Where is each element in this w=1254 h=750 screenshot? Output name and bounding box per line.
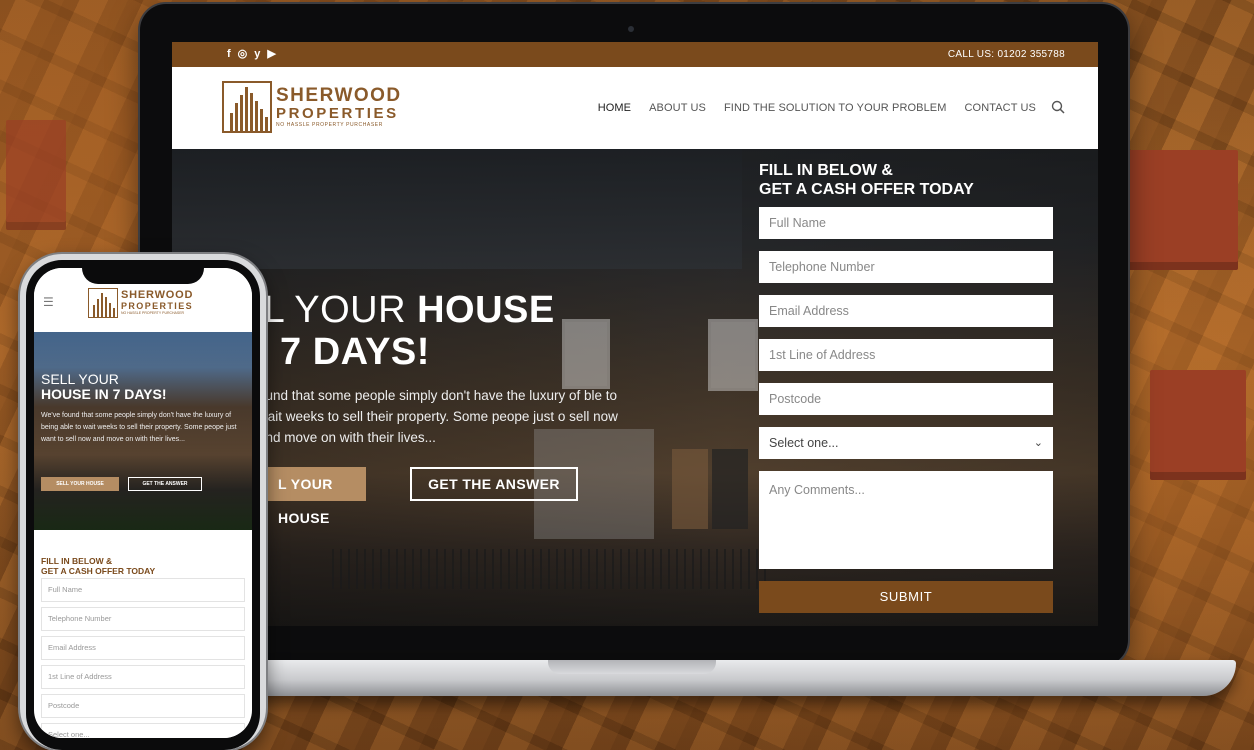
nav-find-solution[interactable]: FIND THE SOLUTION TO YOUR PROBLEM [724,102,947,114]
nav-about-us[interactable]: ABOUT US [649,102,706,114]
hamburger-menu-icon[interactable]: ☰ [43,295,54,309]
house-window [562,319,610,389]
house-window [708,319,758,391]
nav-home[interactable]: HOME [598,102,631,114]
logo-building-icon [222,81,272,133]
mobile-form-title: FILL IN BELOW & GET A CASH OFFER TODAY [41,556,156,576]
background-house [1150,370,1246,480]
mobile-get-the-answer-button[interactable]: GET THE ANSWER [128,477,202,491]
twitter-icon[interactable]: y [254,48,260,61]
facebook-icon[interactable]: f [227,48,231,61]
logo-name: SHERWOOD [121,289,194,301]
mobile-select-dropdown[interactable]: Select one... [41,723,245,738]
mobile-hero: SELL YOUR HOUSE IN 7 DAYS! We've found t… [34,332,252,530]
house-roof [172,149,742,269]
site-header: SHERWOOD PROPERTIES NO HASSLE PROPERTY P… [172,67,1098,149]
mobile-logo[interactable]: SHERWOOD PROPERTIES NO HASSLE PROPERTY P… [88,288,193,318]
chevron-down-icon: ⌄ [1033,437,1043,449]
email-field[interactable]: Email Address [759,295,1053,327]
postcode-field[interactable]: Postcode [759,383,1053,415]
house-door [672,449,708,529]
hero-title: LL YOUR HOUSE 7 DAYS! [242,289,555,373]
telephone-field[interactable]: Telephone Number [759,251,1053,283]
laptop-camera [628,26,634,32]
desktop-screen: f ◎ y ▶ CALL US: 01202 355788 SHERWOOD P… [172,42,1098,626]
instagram-icon[interactable]: ◎ [238,48,248,61]
select-dropdown[interactable]: Select one... ⌄ [759,427,1053,459]
hero-section: LL YOUR HOUSE 7 DAYS! ound that some peo… [172,149,1098,626]
background-house [1128,150,1238,270]
address-line1-field[interactable]: 1st Line of Address [759,339,1053,371]
mobile-postcode-field[interactable]: Postcode [41,694,245,718]
mobile-email-field[interactable]: Email Address [41,636,245,660]
house-door [712,449,748,529]
call-us-text[interactable]: CALL US: 01202 355788 [948,49,1065,60]
mobile-full-name-field[interactable]: Full Name [41,578,245,602]
front-fence [332,549,772,589]
logo-subname: PROPERTIES [121,301,194,311]
logo-name: SHERWOOD [276,85,402,106]
logo-tagline: NO HASSLE PROPERTY PURCHASER [121,311,185,315]
social-links: f ◎ y ▶ [227,48,276,61]
search-icon[interactable] [1051,100,1065,114]
mobile-address-line1-field[interactable]: 1st Line of Address [41,665,245,689]
laptop-opening-notch [548,660,716,674]
form-title: FILL IN BELOW & GET A CASH OFFER TODAY [759,162,974,198]
full-name-field[interactable]: Full Name [759,207,1053,239]
top-bar: f ◎ y ▶ CALL US: 01202 355788 [172,42,1098,67]
logo-subname: PROPERTIES [276,105,399,122]
submit-button[interactable]: SUBMIT [759,581,1053,613]
phone-notch [82,262,204,284]
hero-description: ound that some people simply don't have … [258,388,618,445]
logo-tagline: NO HASSLE PROPERTY PURCHASER [276,122,383,128]
get-the-answer-button[interactable]: GET THE ANSWER [410,467,578,501]
nav-contact-us[interactable]: CONTACT US [965,102,1037,114]
mobile-telephone-field[interactable]: Telephone Number [41,607,245,631]
main-nav: HOME ABOUT US FIND THE SOLUTION TO YOUR … [598,102,1036,114]
background-house [6,120,66,230]
mobile-hero-title: SELL YOUR HOUSE IN 7 DAYS! [41,371,167,402]
site-logo[interactable]: SHERWOOD PROPERTIES NO HASSLE PROPERTY P… [222,81,402,133]
youtube-icon[interactable]: ▶ [267,48,275,61]
mobile-sell-your-house-button[interactable]: SELL YOUR HOUSE [41,477,119,491]
mobile-screen: ☰ SHERWOOD PROPERTIES NO HASSLE PROPERTY… [34,268,252,738]
mobile-hero-description: We've found that some people simply don'… [41,412,237,443]
comments-textarea[interactable]: Any Comments... [759,471,1053,569]
logo-building-icon [88,288,118,318]
